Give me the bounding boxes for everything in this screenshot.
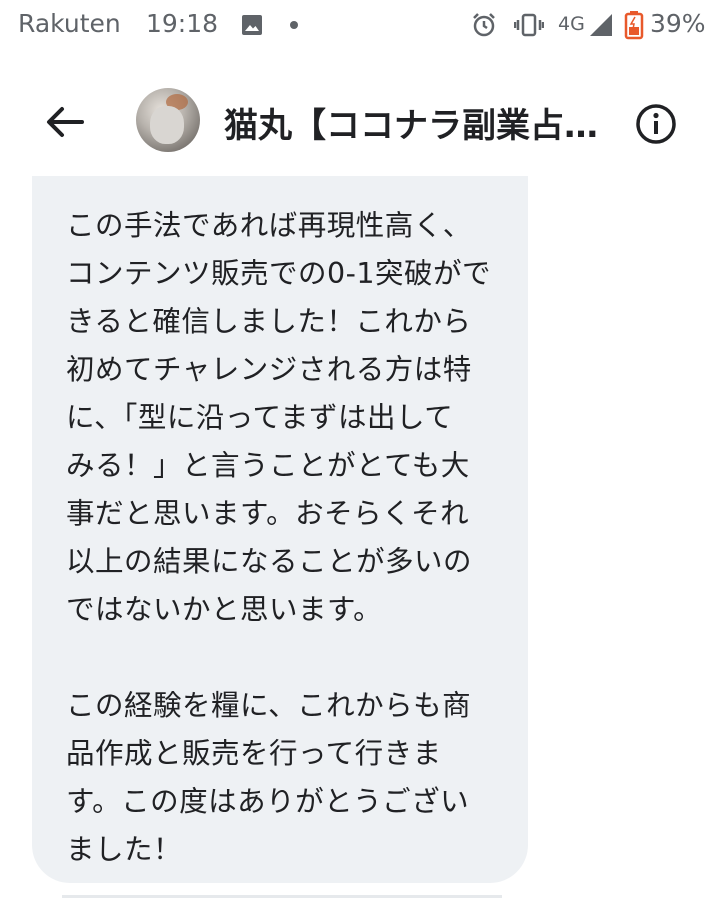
notification-dot-icon xyxy=(290,21,298,29)
info-button[interactable] xyxy=(632,100,680,148)
contact-avatar[interactable] xyxy=(136,88,200,152)
vibrate-icon xyxy=(513,12,545,44)
chat-header: 猫丸【ココナラ副業占い… xyxy=(0,82,720,160)
network-type-label: 4G xyxy=(558,13,585,35)
info-icon xyxy=(636,104,676,144)
signal-icon xyxy=(588,12,614,44)
message-bubble[interactable]: この手法であれば再現性高く、 コンテンツ販売での0-1突破がで きると確信しまし… xyxy=(32,176,528,883)
contact-name[interactable]: 猫丸【ココナラ副業占い… xyxy=(224,98,629,147)
status-clock: 19:18 xyxy=(146,9,219,38)
gallery-icon xyxy=(240,13,264,43)
message-text: この手法であれば再現性高く、 コンテンツ販売での0-1突破がで きると確信しまし… xyxy=(66,209,492,866)
status-bar: Rakuten 19:18 4G 39% xyxy=(0,0,720,52)
arrow-left-icon xyxy=(47,107,84,137)
carrier-label: Rakuten xyxy=(18,9,121,38)
alarm-icon xyxy=(470,11,498,45)
back-button[interactable] xyxy=(42,100,86,144)
battery-percentage: 39% xyxy=(650,9,706,38)
battery-icon xyxy=(624,10,644,46)
